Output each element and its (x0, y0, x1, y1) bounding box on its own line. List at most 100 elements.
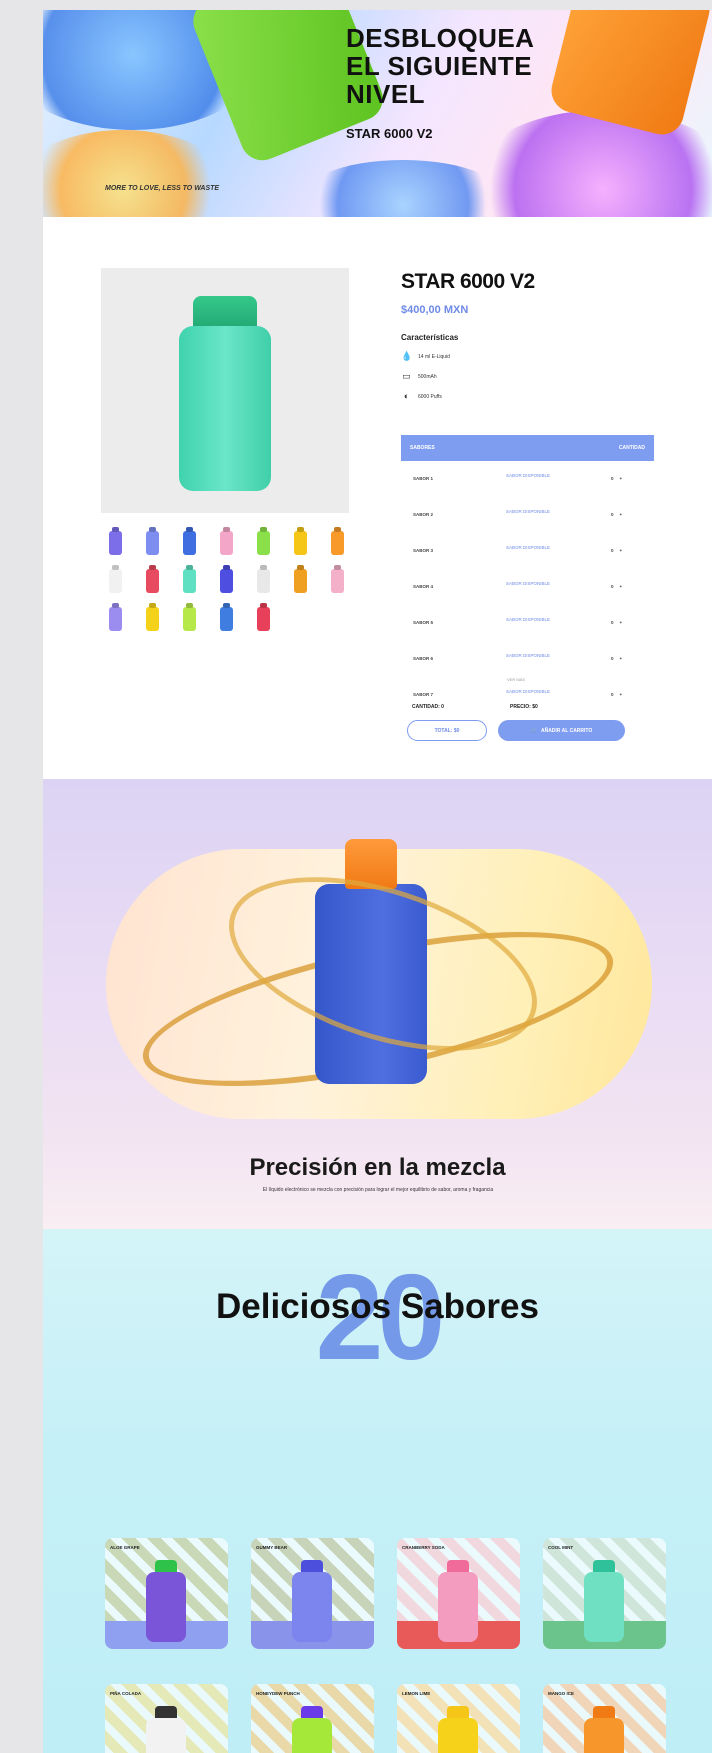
quantity-stepper[interactable]: 0+ (611, 476, 628, 481)
quantity-stepper[interactable]: 0+ (611, 548, 628, 553)
product-thumbnail[interactable] (220, 531, 233, 555)
flavor-status: SABOR DISPONIBLE (506, 617, 551, 622)
flavor-device-body (292, 1572, 332, 1642)
product-thumbnail[interactable] (146, 607, 159, 631)
flavor-card[interactable]: HONEYDEW PUNCH (251, 1684, 374, 1753)
product-thumbnail[interactable] (146, 569, 159, 593)
flavor-card-label: GUMMY BEAR (256, 1545, 288, 1550)
product-thumbnail[interactable] (183, 569, 196, 593)
quantity-value: 0 (611, 656, 620, 661)
flavor-device-body (438, 1718, 478, 1753)
flavor-card[interactable]: COOL MINT (543, 1538, 666, 1649)
quantity-value: 0 (611, 692, 620, 697)
quantity-stepper[interactable]: 0+ (611, 512, 628, 517)
add-to-cart-button[interactable]: 🛒 AÑADIR AL CARRITO (498, 720, 625, 741)
features-title: Características (401, 333, 459, 342)
flavor-status: SABOR DISPONIBLE (506, 689, 551, 694)
quantity-stepper[interactable]: 0+ (611, 620, 628, 625)
flavors-section: 20 Deliciosos Sabores ALOE GRAPE GUMMY BE… (43, 1229, 712, 1753)
flavor-card-label: MANGO ICE (548, 1691, 575, 1696)
feature-label: 500mAh (418, 373, 437, 380)
flavor-status: SABOR DISPONIBLE (506, 653, 551, 658)
hero-title-line: EL SIGUIENTE (346, 51, 533, 81)
product-thumbnail[interactable] (109, 607, 122, 631)
add-to-cart-label: AÑADIR AL CARRITO (540, 727, 593, 734)
table-row: SABOR 4 SABOR DISPONIBLE 0+ (401, 569, 654, 605)
flavor-card-label: COOL MINT (548, 1545, 574, 1550)
quantity-stepper[interactable]: 0+ (611, 692, 628, 697)
flavor-name: SABOR 3 (413, 548, 434, 553)
product-thumbnail[interactable] (257, 531, 270, 555)
product-thumbnail[interactable] (183, 531, 196, 555)
feature-label: 6000 Puffs (418, 393, 442, 400)
see-more-link[interactable]: VER MÁS (507, 677, 525, 682)
flavor-device-body (438, 1572, 478, 1642)
feature-battery: ▭ 500mAh (401, 371, 437, 382)
hero-subtitle: STAR 6000 V2 (346, 126, 433, 141)
product-thumbnail[interactable] (220, 569, 233, 593)
product-main-image[interactable] (101, 268, 349, 513)
table-header: SABORES CANTIDAD (401, 435, 654, 461)
hero-banner: DESBLOQUEA EL SIGUIENTE NIVEL STAR 6000 … (43, 10, 712, 217)
total-pill[interactable]: TOTAL: $0 (407, 720, 487, 741)
battery-icon: ▭ (402, 371, 411, 381)
flavor-status: SABOR DISPONIBLE (506, 509, 551, 514)
liquid-icon: 💧 (401, 351, 413, 361)
quantity-value: 0 (611, 476, 620, 481)
product-thumbnail[interactable] (331, 531, 344, 555)
flavor-card[interactable]: MANGO ICE (543, 1684, 666, 1753)
quantity-value: 0 (611, 584, 620, 589)
flavor-card[interactable]: GUMMY BEAR (251, 1538, 374, 1649)
hero-title: DESBLOQUEA EL SIGUIENTE NIVEL (346, 24, 534, 108)
flavor-device-body (584, 1572, 624, 1642)
product-price: $400,00 MXN (401, 304, 469, 316)
flavor-card-label: CRANBERRY SODA (402, 1545, 445, 1550)
product-thumbnail[interactable] (183, 607, 196, 631)
product-thumbnail[interactable] (257, 569, 270, 593)
flavor-card[interactable]: ALOE GRAPE (105, 1538, 228, 1649)
flavor-card-label: HONEYDEW PUNCH (256, 1691, 300, 1696)
product-thumbnail[interactable] (331, 569, 344, 593)
product-thumbnail[interactable] (220, 607, 233, 631)
product-thumbnail[interactable] (257, 607, 270, 631)
flavor-name: SABOR 6 (413, 656, 434, 661)
flavor-device-body (146, 1572, 186, 1642)
quantity-stepper[interactable]: 0+ (611, 584, 628, 589)
flavor-name: SABOR 2 (413, 512, 434, 517)
hero-title-line: NIVEL (346, 79, 426, 109)
hero-title-line: DESBLOQUEA (346, 23, 535, 53)
quantity-stepper[interactable]: 0+ (611, 656, 628, 661)
precision-description: El líquido electrónico se mezcla con pre… (262, 1187, 494, 1193)
product-thumbnail[interactable] (294, 531, 307, 555)
product-title: STAR 6000 V2 (401, 270, 535, 293)
flavor-device-body (292, 1718, 332, 1753)
flavor-device-body (146, 1718, 186, 1753)
product-thumbnail[interactable] (294, 569, 307, 593)
header-quantity: CANTIDAD (618, 445, 645, 451)
flavor-device-body (584, 1718, 624, 1753)
page: DESBLOQUEA EL SIGUIENTE NIVEL STAR 6000 … (43, 10, 712, 1753)
quantity-value: 0 (611, 512, 620, 517)
flavor-name: SABOR 7 (413, 692, 434, 697)
flavor-card[interactable]: PIÑA COLADA (105, 1684, 228, 1753)
hero-tagline: MORE TO LOVE, LESS TO WASTE (105, 185, 220, 192)
precision-title: Precisión en la mezcla (249, 1154, 506, 1181)
flavor-card[interactable]: CRANBERRY SODA (397, 1538, 520, 1649)
table-rows: SABOR 1 SABOR DISPONIBLE 0+ SABOR 2 SABOR DI… (401, 461, 654, 713)
quantity-value: 0 (611, 620, 620, 625)
hero-swirl (43, 130, 233, 217)
flavor-card-label: ALOE GRAPE (110, 1545, 140, 1550)
feature-puffs: ◐ 6000 Puffs (401, 391, 442, 402)
flavor-status: SABOR DISPONIBLE (506, 473, 551, 478)
table-row: SABOR 2 SABOR DISPONIBLE 0+ (401, 497, 654, 533)
product-thumbnail[interactable] (146, 531, 159, 555)
product-thumbnail[interactable] (109, 531, 122, 555)
flavor-card-label: PIÑA COLADA (110, 1691, 142, 1696)
product-thumbnail[interactable] (109, 569, 122, 593)
feature-label: 14 ml E-Liquid (418, 353, 450, 360)
quantity-label: CANTIDAD: 0 (412, 704, 444, 710)
flavor-card[interactable]: LEMON LIME (397, 1684, 520, 1753)
flavors-title: Deliciosos Sabores (216, 1287, 539, 1326)
product-device-body (179, 326, 271, 491)
table-row: SABOR 6 SABOR DISPONIBLE 0+ (401, 641, 654, 677)
